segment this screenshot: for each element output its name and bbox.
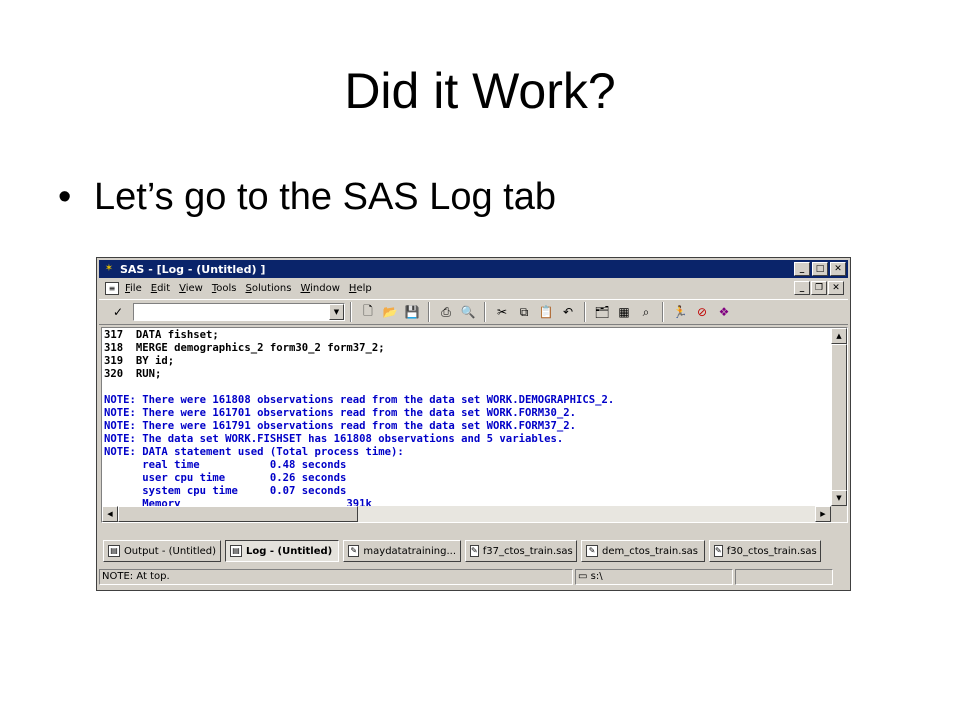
window-tab[interactable]: ✎ f30_ctos_train.sas	[709, 540, 821, 562]
log-note-line: NOTE: There were 161701 observations rea…	[104, 407, 576, 419]
close-button[interactable]: ✕	[830, 262, 846, 276]
help-icon[interactable]: ❖	[713, 302, 735, 322]
break-icon[interactable]: ⊘	[691, 302, 713, 322]
log-code-line: 319 BY id;	[104, 355, 175, 367]
menu-bar: ≡ File Edit View Tools Solutions Window …	[99, 279, 848, 297]
sas-window: ✶ SAS - [Log - (Untitled) ] _ □ ✕ ≡ File…	[96, 257, 851, 591]
open-icon[interactable]: 📂	[379, 302, 401, 322]
window-tab-label: maydatatraining...	[363, 545, 456, 557]
new-icon[interactable]: 🗋	[357, 302, 379, 322]
window-tab-label: dem_ctos_train.sas	[602, 545, 698, 557]
log-code-line: 318 MERGE demographics_2 form30_2 form37…	[104, 342, 385, 354]
toolbar: ✓ ▼ 🗋 📂 💾 ⎙ 🔍 ✂ ⧉ 📋 ↶ 🗂 ▦ ⌕ 🏃 ⊘ ❖	[99, 299, 848, 325]
log-editor[interactable]: 317 DATA fishset; 318 MERGE demographics_…	[101, 327, 848, 523]
document-menu-icon[interactable]: ≡	[105, 281, 119, 295]
log-note-line: NOTE: The data set WORK.FISHSET has 1618…	[104, 433, 564, 445]
log-note-line: NOTE: DATA statement used (Total process…	[104, 446, 404, 458]
paste-icon[interactable]: 📋	[535, 302, 557, 322]
find-icon[interactable]: ⌕	[635, 302, 657, 322]
window-tab[interactable]: ✎ maydatatraining...	[343, 540, 461, 562]
log-note-line: user cpu time 0.26 seconds	[104, 472, 347, 484]
scroll-down-icon[interactable]: ▼	[831, 490, 847, 506]
vertical-scroll-thumb[interactable]	[831, 344, 847, 492]
window-tab[interactable]: ✎ f37_ctos_train.sas	[465, 540, 577, 562]
bullet-item: • Let’s go to the SAS Log tab	[58, 176, 556, 219]
child-minimize-button[interactable]: _	[794, 281, 810, 295]
log-note-line: real time 0.48 seconds	[104, 459, 347, 471]
child-close-button[interactable]: ✕	[828, 281, 844, 295]
save-icon[interactable]: 💾	[401, 302, 423, 322]
program-icon: ✎	[586, 545, 598, 557]
status-message: NOTE: At top.	[99, 569, 573, 585]
log-code-line: 320 RUN;	[104, 368, 162, 380]
menu-tools[interactable]: Tools	[212, 283, 237, 294]
window-tab[interactable]: ▤ Log - (Untitled)	[225, 540, 339, 562]
window-tab-label: Output - (Untitled)	[123, 545, 216, 557]
slide-title: Did it Work?	[344, 63, 616, 119]
program-icon: ✎	[348, 545, 360, 557]
scroll-up-icon[interactable]: ▲	[831, 328, 847, 344]
menu-help[interactable]: Help	[349, 283, 372, 294]
status-directory[interactable]: ▭ s:\	[575, 569, 733, 585]
menu-view[interactable]: View	[179, 283, 203, 294]
menu-file[interactable]: File	[125, 283, 142, 294]
toolbar-separator	[428, 302, 430, 322]
program-icon: ✎	[470, 545, 479, 557]
scrollbar-corner	[831, 506, 847, 522]
window-tab-label: Log - (Untitled)	[246, 545, 333, 557]
folder-icon: ▭	[578, 571, 591, 582]
submit-command-icon[interactable]: ✓	[105, 302, 131, 322]
window-tab-bar: ▤ Output - (Untitled) ▤ Log - (Untitled) ✎ ma…	[99, 538, 848, 564]
log-code-line: 317 DATA fishset;	[104, 329, 219, 341]
undo-icon[interactable]: ↶	[557, 302, 579, 322]
menu-solutions[interactable]: Solutions	[246, 283, 292, 294]
horizontal-scrollbar[interactable]: ◀ ▶	[102, 506, 831, 522]
print-preview-icon[interactable]: 🔍	[457, 302, 479, 322]
status-directory-text: s:\	[590, 571, 603, 582]
toolbar-separator	[350, 302, 352, 322]
menu-window[interactable]: Window	[300, 283, 339, 294]
sas-app-icon[interactable]: ✶	[102, 263, 116, 275]
libraries-icon[interactable]: ▦	[613, 302, 635, 322]
status-bar: NOTE: At top. ▭ s:\	[99, 568, 848, 586]
window-tab[interactable]: ✎ dem_ctos_train.sas	[581, 540, 705, 562]
horizontal-scroll-thumb[interactable]	[118, 506, 358, 522]
log-blank-line	[104, 381, 831, 394]
minimize-button[interactable]: _	[794, 262, 810, 276]
log-note-line: NOTE: There were 161791 observations rea…	[104, 420, 576, 432]
window-title: SAS - [Log - (Untitled) ]	[120, 262, 266, 276]
log-text-area[interactable]: 317 DATA fishset; 318 MERGE demographics_…	[104, 329, 831, 507]
status-extra	[735, 569, 833, 585]
run-icon[interactable]: 🏃	[669, 302, 691, 322]
toolbar-separator	[584, 302, 586, 322]
window-titlebar[interactable]: ✶ SAS - [Log - (Untitled) ] _ □ ✕	[99, 260, 848, 278]
window-tab[interactable]: ▤ Output - (Untitled)	[103, 540, 221, 562]
toolbar-separator	[662, 302, 664, 322]
log-note-line: NOTE: There were 161808 observations rea…	[104, 394, 615, 406]
window-tab-label: f30_ctos_train.sas	[726, 545, 817, 557]
copy-icon[interactable]: ⧉	[513, 302, 535, 322]
child-restore-button[interactable]: ❐	[811, 281, 827, 295]
window-tab-label: f37_ctos_train.sas	[482, 545, 573, 557]
vertical-scrollbar[interactable]: ▲ ▼	[831, 328, 847, 506]
cut-icon[interactable]: ✂	[491, 302, 513, 322]
command-box[interactable]: ▼	[133, 303, 345, 321]
print-icon[interactable]: ⎙	[435, 302, 457, 322]
child-window-controls: _ ❐ ✕	[793, 281, 844, 295]
toolbar-separator	[484, 302, 486, 322]
maximize-button[interactable]: □	[812, 262, 828, 276]
bullet-text: Let’s go to the SAS Log tab	[94, 176, 556, 218]
chevron-down-icon[interactable]: ▼	[329, 304, 344, 320]
menu-edit[interactable]: Edit	[151, 283, 170, 294]
bullet-dot: •	[58, 176, 72, 218]
window-icon: ▤	[230, 545, 242, 557]
scroll-right-icon[interactable]: ▶	[815, 506, 831, 522]
explorer-icon[interactable]: 🗂	[591, 302, 613, 322]
scroll-left-icon[interactable]: ◀	[102, 506, 118, 522]
program-icon: ✎	[714, 545, 723, 557]
window-icon: ▤	[108, 545, 120, 557]
log-note-line: system cpu time 0.07 seconds	[104, 485, 347, 497]
